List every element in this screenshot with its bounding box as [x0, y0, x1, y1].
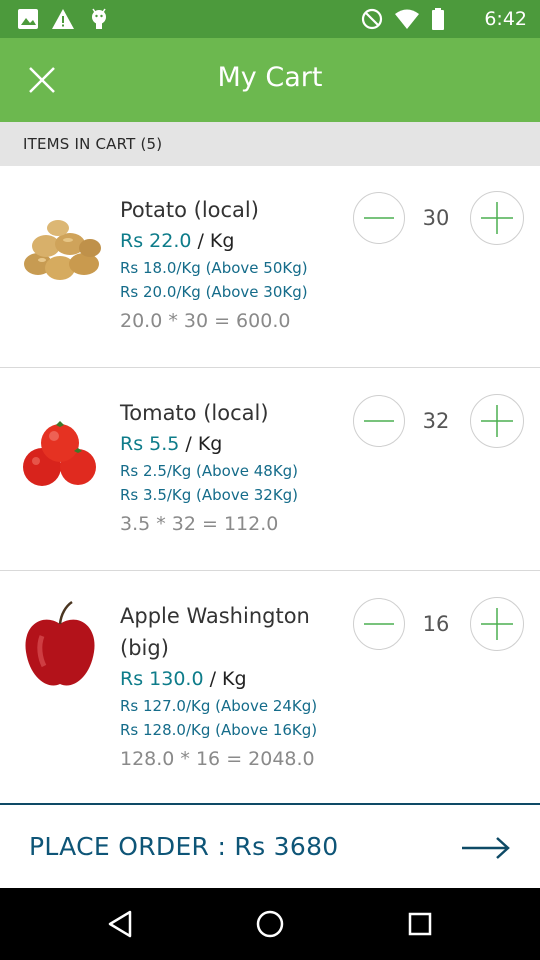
- system-nav-bar: [0, 888, 540, 960]
- price-tier: Rs 2.5/Kg (Above 48Kg): [120, 462, 299, 480]
- recents-square-icon: [408, 912, 432, 936]
- item-price-line: Rs 130.0 / Kg: [120, 664, 345, 694]
- do-not-disturb-icon: [361, 8, 383, 30]
- quantity-value: 16: [422, 612, 450, 636]
- item-subtotal: 20.0 * 30 = 600.0: [120, 310, 291, 332]
- item-unit: / Kg: [191, 230, 235, 252]
- minus-icon: [364, 623, 394, 625]
- item-unit: / Kg: [179, 433, 223, 455]
- item-price: Rs 5.5: [120, 433, 180, 455]
- recents-button[interactable]: [402, 906, 438, 942]
- back-button[interactable]: [102, 906, 138, 942]
- decrease-quantity-button[interactable]: [353, 192, 405, 244]
- minus-icon: [364, 420, 394, 422]
- cart-item-apple: Apple Washington (big) Rs 130.0 / Kg Rs …: [0, 572, 540, 803]
- item-price: Rs 130.0: [120, 668, 204, 690]
- plus-icon: [481, 608, 513, 640]
- image-notification-icon: [18, 9, 38, 29]
- place-order-button[interactable]: PLACE ORDER : Rs 3680: [0, 803, 540, 888]
- app-bar: My Cart: [0, 38, 540, 122]
- item-price-line: Rs 5.5 / Kg: [120, 429, 345, 459]
- page-title: My Cart: [217, 62, 323, 93]
- quantity-value: 30: [422, 206, 450, 230]
- arrow-right-icon: [462, 837, 510, 859]
- increase-quantity-button[interactable]: [470, 394, 524, 448]
- back-triangle-icon: [108, 910, 132, 938]
- item-name: Potato (local): [120, 198, 259, 222]
- potato-image: [24, 220, 101, 280]
- increase-quantity-button[interactable]: [470, 191, 524, 245]
- apple-image: [25, 600, 95, 686]
- item-price: Rs 22.0: [120, 230, 192, 252]
- item-unit: / Kg: [203, 668, 247, 690]
- quantity-value: 32: [422, 409, 450, 433]
- item-subtotal: 128.0 * 16 = 2048.0: [120, 748, 315, 770]
- items-count-label: ITEMS IN CART (5): [23, 135, 163, 153]
- status-bar: 6:42: [0, 0, 540, 38]
- cart-item-potato: Potato (local) Rs 22.0 / Kg Rs 18.0/Kg (…: [0, 166, 540, 368]
- item-info: Apple Washington (big) Rs 130.0 / Kg Rs …: [120, 600, 345, 774]
- item-price-line: Rs 22.0 / Kg: [120, 226, 345, 256]
- wifi-icon: [395, 9, 419, 29]
- home-circle-icon: [256, 910, 284, 938]
- battery-icon: [432, 8, 444, 30]
- warning-icon: [52, 9, 74, 29]
- decrease-quantity-button[interactable]: [353, 395, 405, 447]
- android-icon: [92, 8, 106, 29]
- plus-icon: [481, 405, 513, 437]
- item-info: Tomato (local) Rs 5.5 / Kg Rs 2.5/Kg (Ab…: [120, 397, 345, 539]
- home-button[interactable]: [252, 906, 288, 942]
- price-tier: Rs 20.0/Kg (Above 30Kg): [120, 283, 308, 301]
- price-tier: Rs 3.5/Kg (Above 32Kg): [120, 486, 299, 504]
- price-tier: Rs 128.0/Kg (Above 16Kg): [120, 721, 318, 739]
- decrease-quantity-button[interactable]: [353, 598, 405, 650]
- status-time: 6:42: [484, 8, 527, 30]
- item-subtotal: 3.5 * 32 = 112.0: [120, 513, 279, 535]
- place-order-label: PLACE ORDER : Rs 3680: [29, 832, 339, 861]
- price-tier: Rs 18.0/Kg (Above 50Kg): [120, 259, 308, 277]
- plus-icon: [481, 202, 513, 234]
- price-tier: Rs 127.0/Kg (Above 24Kg): [120, 697, 318, 715]
- item-name: Apple Washington (big): [120, 604, 310, 660]
- increase-quantity-button[interactable]: [470, 597, 524, 651]
- tomato-image: [23, 421, 96, 486]
- item-name: Tomato (local): [120, 401, 269, 425]
- items-count-header: ITEMS IN CART (5): [0, 122, 540, 166]
- cart-item-tomato: Tomato (local) Rs 5.5 / Kg Rs 2.5/Kg (Ab…: [0, 369, 540, 571]
- item-info: Potato (local) Rs 22.0 / Kg Rs 18.0/Kg (…: [120, 194, 345, 336]
- minus-icon: [364, 217, 394, 219]
